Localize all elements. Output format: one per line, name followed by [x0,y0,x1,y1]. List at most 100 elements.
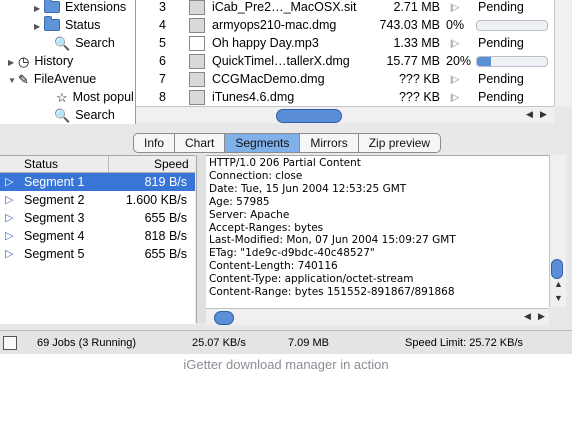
disclosure-triangle-icon[interactable]: ▷ [5,173,13,191]
folder-icon [44,0,60,13]
status-bar: 69 Jobs (3 Running) 25.07 KB/s 7.09 MB S… [0,330,572,354]
scroll-right-arrow-icon[interactable]: ▶ [540,109,547,120]
folder-icon [44,15,60,31]
job-progress-bar [476,20,548,31]
disclosure-triangle-icon[interactable]: ▼ [8,72,18,90]
job-number: 8 [159,90,166,104]
segment-speed: 655 B/s [144,211,187,225]
job-row[interactable]: 3 iCab_Pre2…_MacOSX.sit 2.71 MB |▷ Pending [136,0,554,16]
http-header-line: HTTP/1.0 206 Partial Content [209,157,361,169]
job-row[interactable]: 5 Oh happy Day.mp3 1.33 MB |▷ Pending [136,34,554,52]
disclosure-triangle-icon[interactable]: ▷ [5,191,13,209]
tab-chart[interactable]: Chart [175,134,226,152]
disclosure-triangle-icon[interactable]: ▷ [5,245,13,263]
job-name: CCGMacDemo.dmg [212,72,325,86]
segment-name: Segment 4 [24,229,85,243]
tab-segments[interactable]: Segments [225,134,301,152]
http-header-line: Age: 57985 [209,195,270,208]
clock-icon: ◷ [18,53,30,69]
job-name: armyops210-mac.dmg [212,18,337,32]
disclosure-triangle-icon[interactable]: ▷ [5,209,13,227]
job-row[interactable]: 7 CCGMacDemo.dmg ??? KB |▷ Pending [136,70,554,88]
scroll-up-arrow-icon[interactable]: ▲ [554,279,563,289]
scroll-left-arrow-icon[interactable]: ◀ [526,109,533,120]
jobs-scroll-thumb[interactable] [276,109,342,123]
sidebar-item-label: Search [75,108,115,122]
job-status: Pending [478,0,524,14]
sidebar-item[interactable]: 🔍 Search [44,34,115,52]
avenue-icon: ✎ [18,71,29,87]
sidebar-item[interactable]: ▶ Extensions [34,0,126,16]
job-number: 4 [159,18,166,32]
scroll-right-arrow-icon[interactable]: ▶ [538,311,545,322]
jobs-vertical-scrollbar[interactable] [554,0,571,106]
job-number: 7 [159,72,166,86]
segment-row[interactable]: ▷ Segment 2 1.600 KB/s [0,191,195,209]
speed-column-header[interactable]: Speed [154,156,189,172]
job-row[interactable]: 6 QuickTimel…tallerX.dmg 15.77 MB 20% [136,52,554,70]
transfer-rate: 25.07 KB/s [192,337,246,349]
pane-splitter[interactable] [196,155,206,323]
job-size: ??? KB [398,72,440,86]
disk-image-icon [189,18,205,33]
disk-image-icon [189,72,205,87]
headers-hscroll-thumb[interactable] [214,311,234,325]
scroll-left-arrow-icon[interactable]: ◀ [524,311,531,322]
music-icon [189,36,205,51]
speed-limit: Speed Limit: 25.72 KB/s [405,337,524,349]
segment-row[interactable]: ▷ Segment 1 819 B/s [0,173,195,191]
job-row[interactable]: 8 iTunes4.6.dmg ??? KB |▷ Pending [136,88,554,106]
tab-zip-preview[interactable]: Zip preview [359,134,440,152]
sidebar-item[interactable]: ▼ ✎ FileAvenue [8,70,96,88]
sidebar-item-label: Extensions [65,0,127,14]
segment-name: Segment 5 [24,247,85,261]
job-status: Pending [478,36,524,50]
job-size: 1.33 MB [393,36,440,50]
headers-vertical-scrollbar[interactable]: ▲ ▼ [549,155,566,307]
segment-row[interactable]: ▷ Segment 3 655 B/s [0,209,195,227]
headers-horizontal-scrollbar[interactable]: ◀ ▶ [206,308,549,325]
sidebar-item[interactable]: 🔍 Search [44,106,115,124]
sidebar-item[interactable]: ▶ ◷ History [8,52,73,70]
sidebar-item-label: Most popul [72,90,134,104]
tab-mirrors[interactable]: Mirrors [300,134,359,152]
star-icon: ☆ [56,89,68,105]
status-column-header[interactable]: Status [24,156,58,172]
play-control-icon[interactable]: |▷ [450,70,459,88]
job-row[interactable]: 4 armyops210-mac.dmg 743.03 MB 0% [136,16,554,34]
job-number: 6 [159,54,166,68]
sidebar-item-label: History [34,54,74,68]
job-size: 743.03 MB [379,18,440,32]
drawer-toggle-button[interactable] [3,336,17,350]
magnifier-icon: 🔍 [54,35,71,51]
play-control-icon[interactable]: |▷ [450,88,459,106]
http-header-line: Content-Range: bytes 151552-891867/89186… [209,286,455,298]
segment-row[interactable]: ▷ Segment 4 818 B/s [0,227,195,245]
job-status: Pending [478,90,524,104]
play-control-icon[interactable]: |▷ [450,34,459,52]
job-size: 2.71 MB [393,0,440,14]
segment-speed: 818 B/s [144,229,187,243]
sidebar: ▶ Extensions ▶ Status 🔍 Search ▶ ◷ History ▼ ✎ File… [0,0,136,124]
disclosure-triangle-icon[interactable]: ▶ [34,18,44,36]
disclosure-triangle-icon[interactable]: ▷ [5,227,13,245]
job-name: QuickTimel…tallerX.dmg [212,54,350,68]
headers-scroll-thumb[interactable] [551,259,563,279]
job-size: ??? KB [398,90,440,104]
scroll-down-arrow-icon[interactable]: ▼ [554,293,563,303]
jobs-horizontal-scrollbar[interactable]: ◀ ▶ [136,106,554,123]
segment-speed: 1.600 KB/s [125,193,187,207]
sidebar-item[interactable]: ☆ Most popul [46,88,134,106]
job-percent: 0% [446,18,465,32]
segments-header: Status Speed [0,156,195,173]
job-name: Oh happy Day.mp3 [212,36,319,50]
play-control-icon[interactable]: |▷ [450,0,459,16]
job-name: iTunes4.6.dmg [212,90,295,104]
detail-tabs: Info Chart Segments Mirrors Zip preview [133,133,442,153]
sidebar-item[interactable]: ▶ Status [34,15,100,36]
segment-row[interactable]: ▷ Segment 5 655 B/s [0,245,195,263]
jobs-table: 3 iCab_Pre2…_MacOSX.sit 2.71 MB |▷ Pending 4 a… [136,0,554,106]
job-number: 5 [159,36,166,50]
job-progress-bar [476,56,548,67]
tab-info[interactable]: Info [134,134,176,152]
